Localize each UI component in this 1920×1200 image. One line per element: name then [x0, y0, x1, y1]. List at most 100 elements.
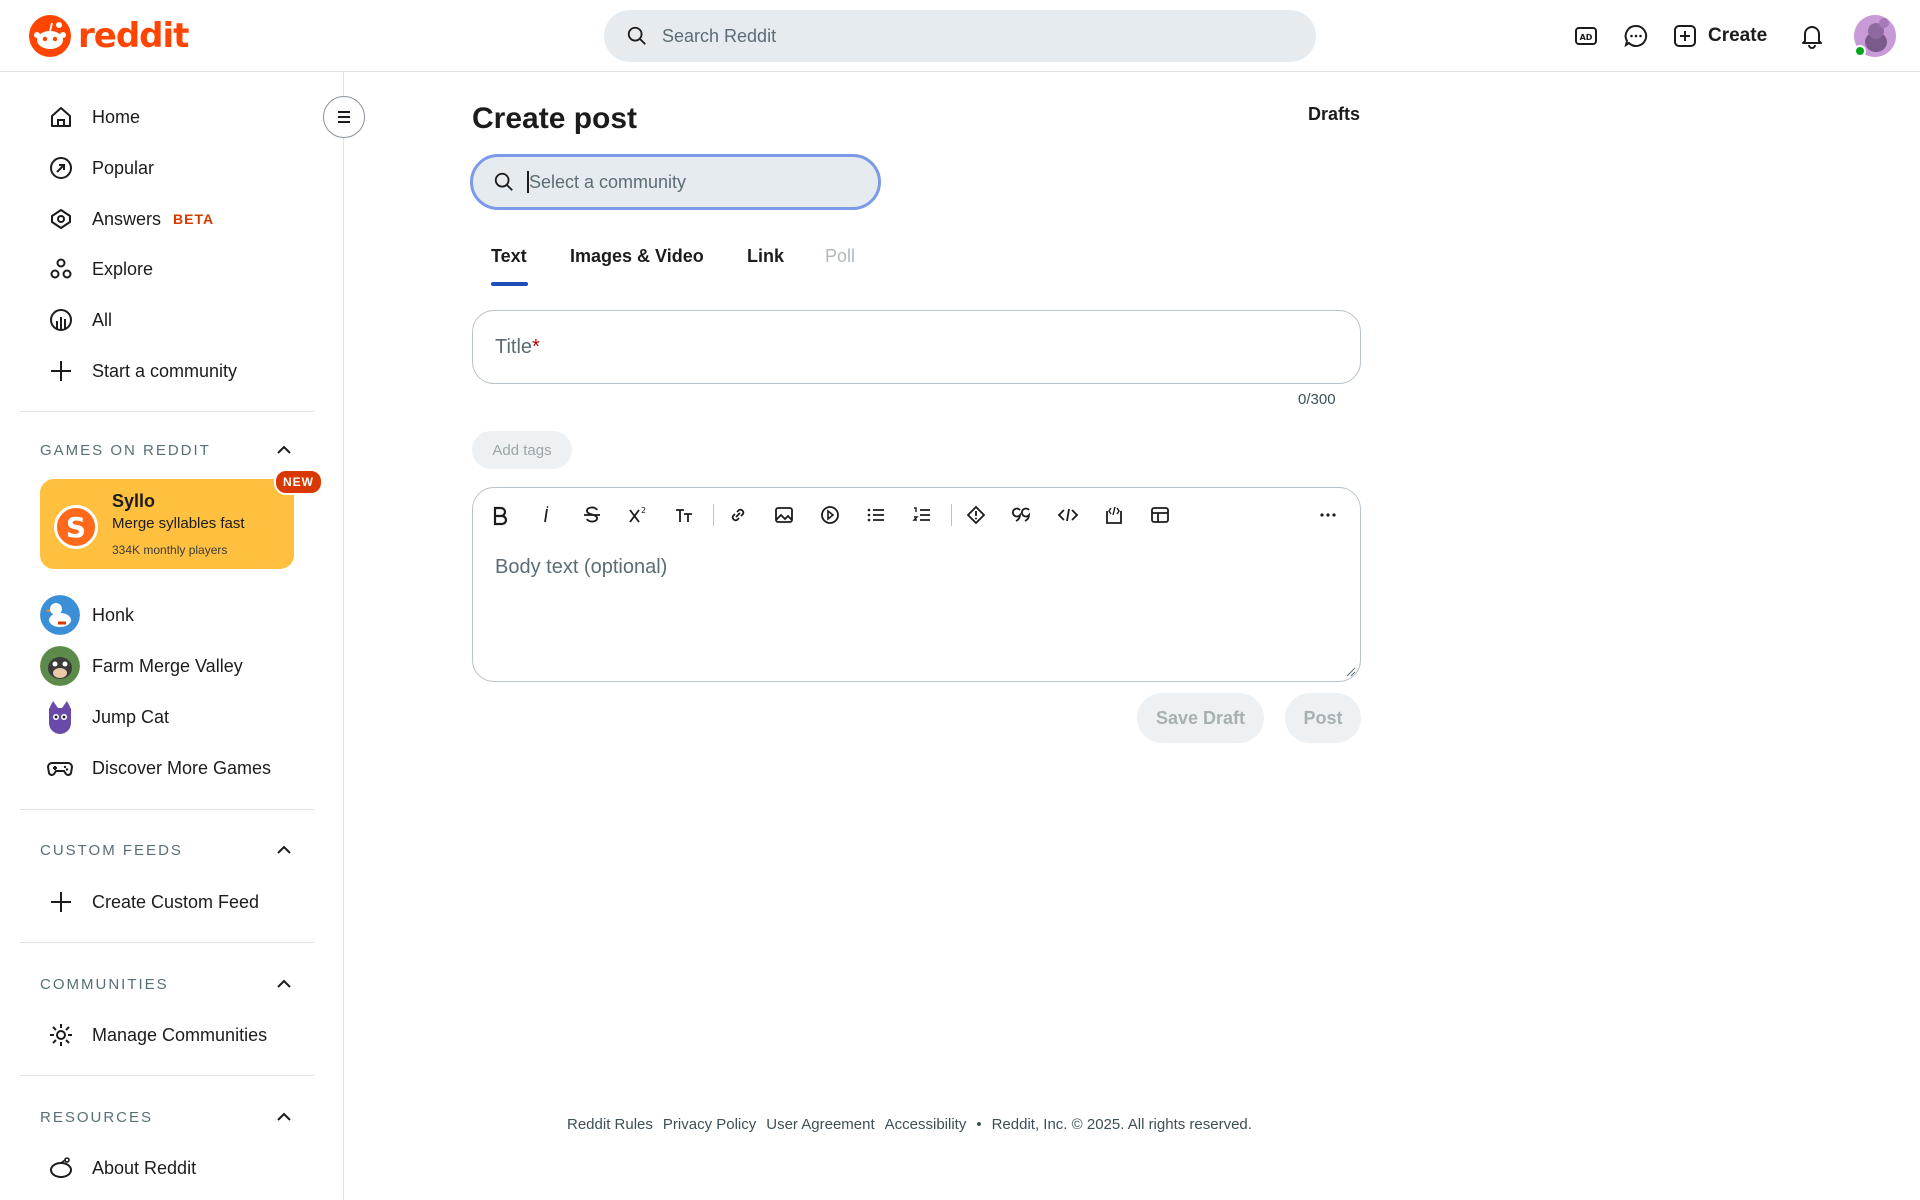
resize-handle-icon[interactable]: [1346, 667, 1356, 677]
manage-communities-button[interactable]: Manage Communities: [20, 1010, 314, 1060]
beta-badge: BETA: [173, 211, 215, 227]
tab-images-video[interactable]: Images & Video: [570, 246, 704, 267]
spoiler-icon[interactable]: [961, 500, 991, 530]
section-title: GAMES ON REDDIT: [40, 441, 211, 459]
community-select-input[interactable]: Select a community: [470, 154, 881, 210]
chevron-up-icon: [277, 979, 291, 988]
table-icon[interactable]: [1145, 500, 1175, 530]
game-label: Farm Merge Valley: [92, 655, 243, 676]
featured-game-card[interactable]: S Syllo Merge syllables fast 334K monthl…: [40, 479, 294, 569]
game-label: Jump Cat: [92, 706, 170, 727]
bullet-list-icon[interactable]: [861, 500, 891, 530]
sidebar-item-start-community[interactable]: Start a community: [20, 346, 314, 396]
sidebar-divider: [20, 1075, 314, 1076]
syllo-logo: S: [54, 505, 98, 549]
search-input[interactable]: Search Reddit: [604, 10, 1316, 62]
tab-text[interactable]: Text: [491, 246, 527, 267]
heading-icon[interactable]: [669, 500, 699, 530]
body-editor[interactable]: 2 Body text (optional): [472, 487, 1361, 682]
snoo-logo-icon: [29, 15, 71, 57]
strikethrough-icon[interactable]: [577, 500, 607, 530]
footer-link-accessibility[interactable]: Accessibility: [885, 1116, 967, 1133]
page-title: Create post: [472, 102, 638, 135]
game-item-farm-merge-valley[interactable]: Farm Merge Valley: [40, 644, 243, 688]
sidebar-item-popular[interactable]: Popular: [20, 143, 314, 193]
search-icon: [627, 26, 646, 45]
jump-cat-icon: [40, 697, 80, 737]
code-block-icon[interactable]: [1099, 500, 1129, 530]
game-label: Honk: [92, 604, 135, 625]
plus-icon: [46, 887, 76, 917]
games-section-header[interactable]: GAMES ON REDDIT: [40, 440, 294, 460]
gamepad-icon: [40, 748, 80, 788]
more-icon[interactable]: [1313, 500, 1343, 530]
sidebar-item-label: All: [92, 309, 113, 330]
create-button[interactable]: Create: [1672, 14, 1767, 58]
sidebar-item-label: About Reddit: [92, 1157, 197, 1178]
section-title: RESOURCES: [40, 1108, 154, 1126]
link-icon[interactable]: [723, 500, 753, 530]
svg-text:2: 2: [641, 506, 646, 515]
bold-icon[interactable]: [485, 500, 515, 530]
collapse-sidebar-button[interactable]: [323, 96, 365, 138]
all-icon: [46, 305, 76, 335]
add-tags-button[interactable]: Add tags: [472, 431, 572, 469]
create-custom-feed-button[interactable]: Create Custom Feed: [20, 877, 314, 927]
footer-link-user-agreement[interactable]: User Agreement: [766, 1116, 874, 1133]
home-icon: [46, 102, 76, 132]
video-icon[interactable]: [815, 500, 845, 530]
sidebar-item-label: Answers: [92, 208, 162, 229]
drafts-link[interactable]: Drafts: [1308, 104, 1360, 125]
required-mark: *: [532, 335, 540, 358]
toolbar-divider: [951, 504, 952, 526]
reddit-logo[interactable]: reddit: [28, 14, 189, 58]
superscript-icon[interactable]: 2: [623, 500, 653, 530]
quote-icon[interactable]: [1007, 500, 1037, 530]
tab-link[interactable]: Link: [747, 246, 784, 267]
sidebar-item-label: Home: [92, 106, 141, 127]
numbered-list-icon[interactable]: [907, 500, 937, 530]
sidebar-item-answers[interactable]: Answers BETA: [20, 194, 314, 244]
notifications-button[interactable]: [1794, 18, 1830, 54]
footer-link-privacy[interactable]: Privacy Policy: [663, 1116, 756, 1133]
game-item-discover-more[interactable]: Discover More Games: [40, 746, 271, 790]
gear-icon: [46, 1020, 76, 1050]
chevron-up-icon: [277, 445, 291, 454]
code-icon[interactable]: [1053, 500, 1083, 530]
snoo-outline-icon: [46, 1153, 76, 1183]
resources-section-header[interactable]: RESOURCES: [40, 1107, 294, 1127]
explore-icon: [46, 254, 76, 284]
italic-icon[interactable]: [531, 500, 561, 530]
custom-feeds-section-header[interactable]: CUSTOM FEEDS: [40, 840, 294, 860]
search-placeholder: Search Reddit: [662, 25, 777, 46]
advertise-button[interactable]: AD: [1568, 18, 1604, 54]
footer-separator: •: [976, 1116, 982, 1133]
farm-merge-valley-icon: [40, 646, 80, 686]
communities-section-header[interactable]: COMMUNITIES: [40, 974, 294, 994]
featured-game-title: Syllo: [112, 491, 156, 511]
sidebar-item-explore[interactable]: Explore: [20, 244, 314, 294]
top-header: reddit Search Reddit AD Create: [0, 0, 1920, 72]
featured-game-tagline: Merge syllables fast: [112, 515, 245, 532]
community-placeholder: Select a community: [529, 171, 687, 192]
chat-button[interactable]: [1618, 18, 1654, 54]
game-item-honk[interactable]: Honk: [40, 593, 134, 637]
image-icon[interactable]: [769, 500, 799, 530]
game-item-jump-cat[interactable]: Jump Cat: [40, 695, 169, 739]
save-draft-button[interactable]: Save Draft: [1137, 693, 1264, 743]
chat-icon: [1624, 24, 1648, 48]
footer-copyright: Reddit, Inc. © 2025. All rights reserved…: [991, 1116, 1252, 1133]
sidebar-item-all[interactable]: All: [20, 295, 314, 345]
section-title: CUSTOM FEEDS: [40, 841, 183, 859]
create-icon: [1674, 25, 1696, 47]
sidebar-item-label: Explore: [92, 258, 154, 279]
about-reddit-link[interactable]: About Reddit: [20, 1143, 314, 1193]
footer-link-rules[interactable]: Reddit Rules: [567, 1116, 653, 1133]
title-char-counter: 0/300: [1298, 391, 1336, 408]
sidebar-item-home[interactable]: Home: [20, 92, 314, 142]
featured-game-players: 334K monthly players: [112, 543, 228, 557]
online-status-dot: [1854, 45, 1866, 57]
title-input[interactable]: Title *: [472, 310, 1361, 384]
post-button[interactable]: Post: [1285, 693, 1361, 743]
advertise-icon: AD: [1575, 27, 1597, 45]
